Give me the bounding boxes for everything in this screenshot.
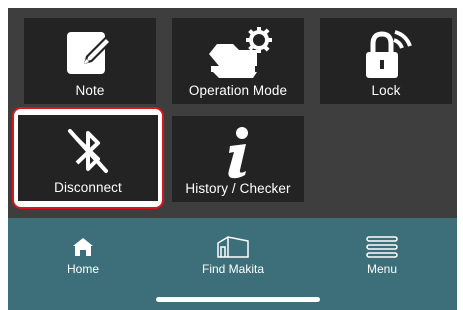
disconnect-label: Disconnect [54,180,122,195]
store-icon [158,232,308,262]
app-screen: Note Operation Mode Lock Disconnect Hist… [8,8,457,310]
tab-find-label: Find Makita [201,262,265,276]
info-icon [172,122,304,182]
lock-wireless-icon [320,24,452,84]
history-checker-label: History / Checker [185,181,291,196]
bluetooth-disabled-icon [18,121,158,181]
operation-mode-tile[interactable]: Operation Mode [172,18,304,104]
home-indicator[interactable] [156,297,320,302]
lock-label: Lock [371,83,401,98]
history-checker-tile[interactable]: History / Checker [172,116,304,202]
tab-find-makita[interactable]: Find Makita [158,218,308,288]
menu-icon [307,232,457,262]
note-edit-icon [24,24,156,84]
tab-menu-label: Menu [366,262,398,276]
lock-tile[interactable]: Lock [320,18,452,104]
operation-mode-label: Operation Mode [188,83,288,98]
tool-gear-icon [172,24,304,84]
disconnect-tile[interactable]: Disconnect [18,115,158,201]
tab-home[interactable]: Home [8,218,158,288]
home-icon [8,232,158,262]
note-tile[interactable]: Note [24,18,156,104]
tab-home-label: Home [66,262,99,276]
tab-menu[interactable]: Menu [307,218,457,288]
note-label: Note [75,83,105,98]
